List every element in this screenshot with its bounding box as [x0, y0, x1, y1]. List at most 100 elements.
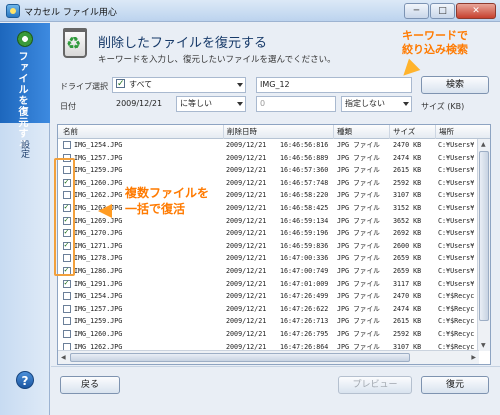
cell-name: IMG_1257.JPG [74, 304, 123, 313]
minimize-button[interactable]: ─ [404, 3, 429, 19]
column-location[interactable]: 場所 [436, 125, 490, 139]
table-row[interactable]: IMG_1286.JPG 2009/12/21 16:47:00:749 JPG ファ… [58, 264, 478, 278]
horizontal-scroll-thumb[interactable] [70, 353, 410, 362]
cell-date: 2009/12/21 [226, 279, 267, 288]
tab-restore-label: ファイルを復元する [16, 51, 27, 150]
table-row[interactable]: IMG_1260.JPG 2009/12/21 16:47:26:795 JPG ファ… [58, 328, 478, 341]
drive-checkbox[interactable] [116, 78, 125, 91]
drive-value: すべて [129, 80, 153, 89]
cell-date: 2009/12/21 [226, 254, 267, 263]
keyword-input[interactable]: IMG_12 [256, 77, 412, 93]
multi-restore-callout: 複数ファイルを 一括で復活 [125, 185, 237, 217]
row-checkbox[interactable] [63, 329, 71, 338]
table-row[interactable]: IMG_1263.JPG2009/12/2116:46:58:425JPG ファ… [58, 201, 478, 215]
date-label: 日付 [60, 102, 76, 111]
cell-size: 2659 KB [393, 266, 422, 275]
scroll-right-icon[interactable]: ▶ [471, 354, 476, 361]
vertical-scrollbar[interactable]: ▲ ▼ [477, 139, 490, 351]
cell-time: 16:46:59:836 [280, 241, 329, 250]
column-deleted-at[interactable]: 削除日時 [224, 125, 334, 139]
table-row[interactable]: IMG_1259.JPG 2009/12/21 16:46:57:360 JPG ファ… [58, 164, 478, 177]
column-size[interactable]: サイズ [390, 125, 436, 139]
cell-type: JPG ファイル [337, 279, 380, 288]
cell-size: 2600 KB [393, 241, 422, 250]
cell-type: JPG ファイル [337, 153, 380, 162]
cell-path: C:¥Users¥ [438, 191, 475, 200]
cell-size: 2470 KB [393, 141, 422, 149]
date-operator-select[interactable]: に等しい [176, 96, 246, 112]
cell-name: IMG_1271.JPG [74, 241, 123, 250]
chevron-down-icon [237, 102, 243, 106]
drive-select[interactable]: すべて [112, 77, 246, 93]
row-checkbox[interactable] [63, 141, 71, 149]
size-input[interactable]: 0 [256, 96, 336, 112]
row-checkbox[interactable] [63, 304, 71, 313]
table-row[interactable]: IMG_1270.JPG 2009/12/21 16:46:59:196 JPG ファ… [58, 226, 478, 240]
footer-divider [51, 366, 500, 367]
page-title: 削除したファイルを復元する [98, 36, 268, 51]
row-checkbox[interactable] [63, 277, 71, 289]
cell-name: IMG_1262.JPG [74, 191, 123, 200]
help-icon[interactable]: ? [16, 371, 34, 389]
cell-time: 16:46:59:134 [280, 216, 329, 225]
table-row[interactable]: IMG_1262.JPG 2009/12/21 16:46:58:220 JPG ファ… [58, 189, 478, 202]
search-button[interactable]: 検索 [421, 76, 489, 94]
row-checkbox[interactable] [63, 292, 71, 301]
horizontal-scrollbar[interactable]: ◀ ▶ [58, 350, 479, 364]
restore-button[interactable]: 復元 [421, 376, 489, 394]
column-name[interactable]: 名前 [58, 125, 224, 139]
cell-name: IMG_1259.JPG [74, 317, 123, 326]
scroll-up-icon[interactable]: ▲ [481, 141, 486, 148]
cell-time: 16:47:26:499 [280, 292, 329, 301]
size-operator-select[interactable]: 指定しない [341, 96, 412, 112]
table-row[interactable]: IMG_1271.JPG 2009/12/21 16:46:59:836 JPG ファ… [58, 239, 478, 253]
app-icon [6, 4, 20, 18]
preview-button[interactable]: プレビュー [338, 376, 412, 394]
keyword-callout-text: キーワードで 絞り込み検索 [402, 29, 468, 56]
table-row[interactable]: IMG_1257.JPG 2009/12/21 16:47:26:622 JPG ファ… [58, 303, 478, 316]
cell-type: JPG ファイル [337, 178, 380, 187]
cell-name: IMG_1260.JPG [74, 178, 123, 187]
page-subtitle: キーワードを入力し、復元したいファイルを選んでください。 [98, 55, 336, 65]
cell-type: JPG ファイル [337, 241, 380, 250]
table-row[interactable]: IMG_1269.JPG2009/12/2116:46:59:134JPG ファ… [58, 214, 478, 228]
cell-type: JPG ファイル [337, 329, 380, 338]
cell-time: 16:46:57:360 [280, 166, 329, 175]
cell-path: C:¥Users¥ [438, 266, 475, 275]
cell-date: 2009/12/21 [226, 329, 267, 338]
table-row[interactable]: IMG_1291.JPG 2009/12/21 16:47:01:009 JPG ファ… [58, 277, 478, 291]
cell-name: IMG_1260.JPG [74, 329, 123, 338]
table-row[interactable]: IMG_1259.JPG 2009/12/21 16:47:26:713 JPG ファ… [58, 315, 478, 328]
cell-type: JPG ファイル [337, 203, 380, 212]
cell-type: JPG ファイル [337, 166, 380, 175]
tab-settings[interactable]: 設定 [18, 140, 31, 158]
cell-date: 2009/12/21 [226, 166, 267, 175]
cell-path: C:¥Users¥ [438, 141, 475, 149]
vertical-scroll-thumb[interactable] [479, 151, 489, 321]
cell-type: JPG ファイル [337, 317, 380, 326]
cell-path: C:¥Users¥ [438, 241, 475, 250]
maximize-button[interactable]: □ [430, 3, 455, 19]
row-checkbox[interactable] [63, 317, 71, 326]
date-field[interactable]: 2009/12/21 [112, 96, 172, 112]
date-value: 2009/12/21 [116, 99, 163, 108]
cell-type: JPG ファイル [337, 216, 380, 225]
cell-path: C:¥$Recyc [438, 292, 475, 301]
scroll-left-icon[interactable]: ◀ [61, 354, 66, 361]
table-row[interactable]: IMG_1254.JPG 2009/12/21 16:47:26:499 JPG ファ… [58, 290, 478, 303]
cell-path: C:¥Users¥ [438, 279, 475, 288]
cell-size: 2474 KB [393, 304, 422, 313]
cell-size: 2692 KB [393, 229, 422, 238]
cell-type: JPG ファイル [337, 292, 380, 301]
back-button[interactable]: 戻る [60, 376, 120, 394]
table-row[interactable]: IMG_1257.JPG 2009/12/21 16:46:56:889 JPG ファ… [58, 152, 478, 165]
table-row[interactable]: IMG_1254.JPG 2009/12/21 16:46:56:816 JPG ファ… [58, 139, 478, 152]
column-type[interactable]: 種類 [334, 125, 390, 139]
close-button[interactable]: ✕ [456, 3, 496, 19]
tab-restore-files[interactable]: ファイルを復元する [0, 23, 50, 150]
cell-time: 16:46:56:816 [280, 141, 329, 149]
table-row[interactable]: IMG_1260.JPG2009/12/2116:46:57:748JPG ファ… [58, 176, 478, 190]
table-header: 名前 削除日時 種類 サイズ 場所 [58, 125, 490, 139]
scroll-down-icon[interactable]: ▼ [481, 342, 486, 349]
table-row[interactable]: IMG_1278.JPG 2009/12/21 16:47:00:336 JPG ファ… [58, 252, 478, 265]
